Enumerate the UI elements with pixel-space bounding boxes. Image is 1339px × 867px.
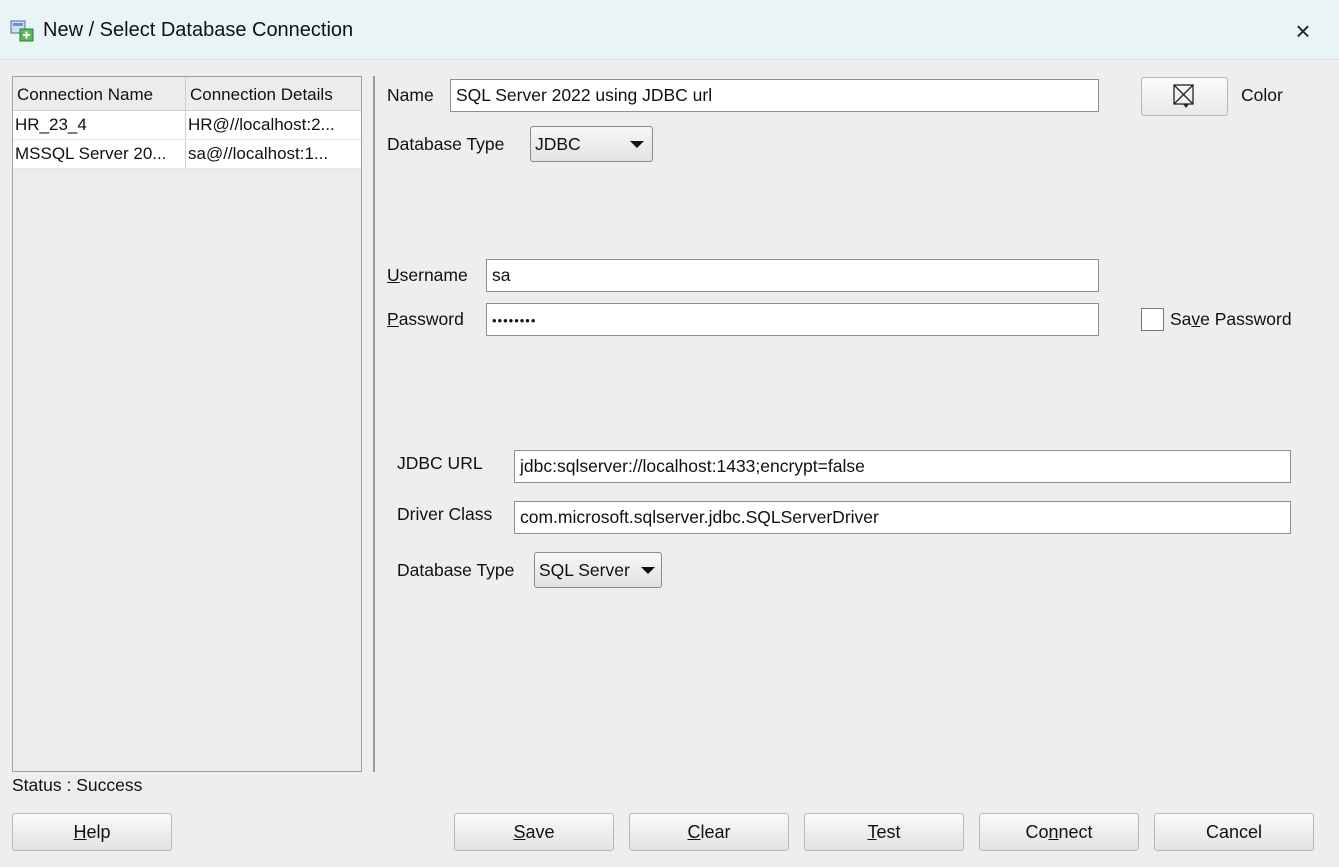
clear-button[interactable]: Clear: [629, 813, 789, 851]
save-button[interactable]: Save: [454, 813, 614, 851]
driver-class-label: Driver Class: [397, 504, 493, 524]
jdbc-database-type-label: Database Type: [397, 560, 515, 580]
status-text: Status : Success: [12, 775, 143, 795]
jdbc-url-label: JDBC URL: [397, 453, 483, 473]
chevron-down-icon: [641, 567, 655, 574]
database-type-value: JDBC: [535, 134, 581, 154]
chevron-down-icon: [630, 141, 644, 148]
connect-button[interactable]: Connect: [979, 813, 1139, 851]
username-field[interactable]: sa: [486, 259, 1099, 292]
column-header-connection-details[interactable]: Connection Details: [186, 77, 361, 110]
password-field[interactable]: ••••••••: [486, 303, 1099, 336]
connection-details-cell: sa@//localhost:1...: [188, 144, 329, 163]
connections-table[interactable]: Connection Name Connection Details HR_23…: [12, 76, 362, 772]
save-password-label[interactable]: Save Password: [1170, 309, 1292, 330]
connection-details-cell: HR@//localhost:2...: [188, 115, 335, 134]
database-connection-icon: [10, 20, 35, 42]
name-label: Name: [387, 85, 434, 105]
jdbc-url-field[interactable]: jdbc:sqlserver://localhost:1433;encrypt=…: [514, 450, 1291, 483]
panel-divider[interactable]: [373, 76, 375, 772]
help-button[interactable]: Help: [12, 813, 172, 851]
color-picker-icon: [1172, 83, 1198, 114]
color-label: Color: [1241, 85, 1283, 105]
connection-name-cell: HR_23_4: [13, 111, 186, 139]
column-header-connection-name[interactable]: Connection Name: [13, 77, 186, 110]
test-button[interactable]: Test: [804, 813, 964, 851]
database-type-select[interactable]: JDBC: [530, 126, 653, 162]
jdbc-database-type-value: SQL Server: [539, 560, 630, 580]
password-label: Password: [387, 309, 464, 329]
cancel-button[interactable]: Cancel: [1154, 813, 1314, 851]
window-title: New / Select Database Connection: [43, 19, 354, 41]
name-field[interactable]: SQL Server 2022 using JDBC url: [450, 79, 1099, 112]
table-row[interactable]: MSSQL Server 20... sa@//localhost:1...: [13, 140, 361, 169]
title-bar: New / Select Database Connection ×: [0, 0, 1339, 60]
table-header: Connection Name Connection Details: [13, 77, 361, 111]
connection-name-cell: MSSQL Server 20...: [13, 140, 186, 168]
database-type-label: Database Type: [387, 134, 505, 154]
close-icon[interactable]: ×: [1285, 14, 1321, 48]
driver-class-field[interactable]: com.microsoft.sqlserver.jdbc.SQLServerDr…: [514, 501, 1291, 534]
jdbc-database-type-select[interactable]: SQL Server: [534, 552, 662, 588]
username-label: Username: [387, 265, 468, 285]
save-password-checkbox[interactable]: [1141, 308, 1164, 331]
table-row[interactable]: HR_23_4 HR@//localhost:2...: [13, 111, 361, 140]
color-picker-button[interactable]: [1141, 77, 1228, 116]
